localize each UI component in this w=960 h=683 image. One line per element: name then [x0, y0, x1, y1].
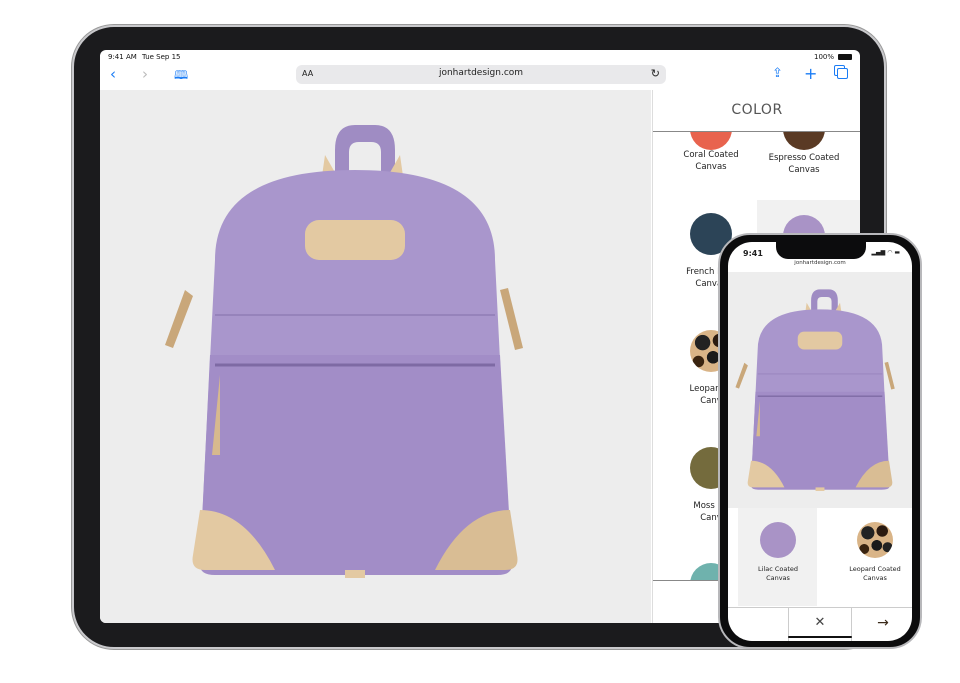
- url-text[interactable]: jonhartdesign.com: [296, 68, 666, 78]
- swatch-leopard[interactable]: [857, 522, 893, 558]
- panel-heading: COLOR: [653, 90, 860, 132]
- url-text[interactable]: jonhartdesign.com: [728, 260, 912, 266]
- plus-icon[interactable]: +: [804, 66, 817, 82]
- signal-wifi-battery-icons: ▂▄▆ ◠ ▬: [871, 249, 900, 256]
- product-image-area: [100, 90, 651, 623]
- swatch-label: Coral Coated Canvas: [683, 150, 739, 172]
- swatch-lilac[interactable]: [760, 522, 796, 558]
- iphone-screen: 9:41 ▂▄▆ ◠ ▬ jonhartdesign.com Lilac Coa…: [728, 242, 912, 641]
- battery-percent: 100%: [813, 53, 834, 61]
- battery-icon: [838, 54, 852, 60]
- tabs-icon[interactable]: [837, 68, 848, 79]
- share-icon[interactable]: ⇪: [772, 66, 783, 81]
- home-indicator: [788, 636, 852, 638]
- swatch-label: Espresso Coated Canvas: [768, 153, 840, 175]
- swatch-label: Leopard Coated Canvas: [849, 565, 901, 582]
- swatch-label: Lilac Coated Canvas: [757, 565, 799, 582]
- forward-button[interactable]: ›: [142, 67, 148, 82]
- backpack-image: [155, 120, 555, 580]
- backpack-image: [731, 287, 909, 492]
- bottom-bar: ✕ →: [728, 607, 912, 641]
- status-date: Tue Sep 15: [142, 53, 181, 61]
- back-button[interactable]: ‹: [110, 67, 116, 82]
- next-button[interactable]: →: [868, 608, 898, 641]
- reload-icon[interactable]: ↻: [651, 67, 660, 80]
- book-icon[interactable]: 🕮: [174, 68, 188, 83]
- product-image-area: [728, 272, 912, 508]
- address-bar[interactable]: AA jonhartdesign.com ↻: [296, 65, 666, 84]
- status-time: 9:41: [743, 249, 763, 258]
- status-time: 9:41 AM: [108, 53, 137, 61]
- notch: [776, 242, 866, 259]
